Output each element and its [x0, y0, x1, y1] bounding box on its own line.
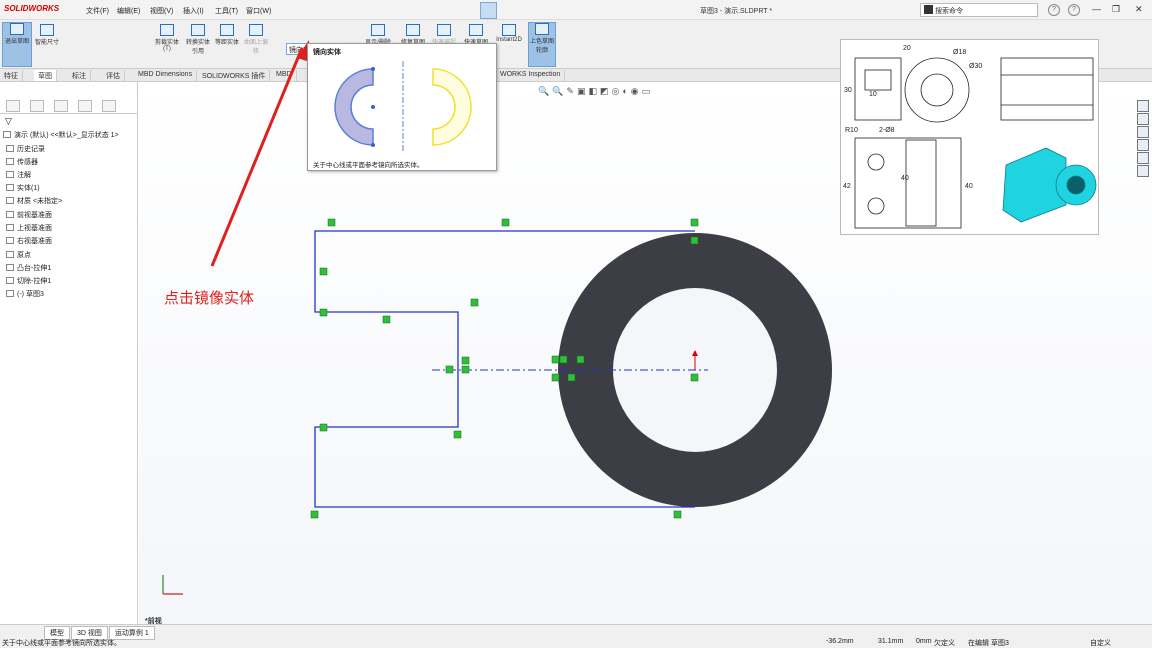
reference-drawing-svg: 20 Ø18 Ø30 30 10 R10 2-Ø8 40 42 40 [843, 45, 1097, 229]
svg-text:20: 20 [903, 45, 911, 52]
svg-text:30: 30 [844, 87, 852, 94]
task-pane-strip [1137, 100, 1151, 204]
svg-text:42: 42 [843, 183, 851, 190]
status-hint: 关于中心线或平面参考镜向所选实体。 [2, 640, 121, 647]
status-bar: 模型 3D 视图 运动算例 1 关于中心线或平面参考镜向所选实体。 -36.2mm … [0, 624, 1152, 648]
svg-text:40: 40 [901, 175, 909, 182]
coord-z: 0mm [916, 638, 932, 645]
svg-text:R10: R10 [845, 127, 858, 134]
editing-status: 在编辑 草图3 [968, 640, 1009, 647]
units-custom[interactable]: 自定义 [1090, 638, 1111, 648]
mirror-preview-icon [334, 61, 472, 153]
svg-text:Ø30: Ø30 [969, 63, 982, 70]
svg-text:2-Ø8: 2-Ø8 [879, 127, 895, 134]
annotation-arrow [210, 47, 304, 267]
svg-text:Ø18: Ø18 [953, 49, 966, 56]
coord-y: 31.1mm [878, 638, 904, 645]
view-palette-icon[interactable] [1137, 139, 1149, 151]
definition-status: 欠定义 [934, 640, 955, 647]
design-library-icon[interactable] [1137, 113, 1149, 125]
tooltip-description: 关于中心线或平面参考镜向所选实体。 [313, 162, 424, 169]
appearances-icon[interactable] [1137, 152, 1149, 164]
svg-text:10: 10 [869, 91, 877, 98]
coord-x: -36.2mm [826, 638, 854, 645]
reference-drawing: 20 Ø18 Ø30 30 10 R10 2-Ø8 40 42 40 [840, 39, 1099, 235]
resources-icon[interactable] [1137, 100, 1149, 112]
annotation-text: 点击镜像实体 [164, 290, 255, 307]
svg-text:40: 40 [965, 183, 973, 190]
mirror-tooltip: 镜向实体 关于中心线或平面参考镜向所选实体。 [307, 43, 497, 171]
file-explorer-icon[interactable] [1137, 126, 1149, 138]
tooltip-title: 镜向实体 [313, 49, 341, 56]
custom-properties-icon[interactable] [1137, 165, 1149, 177]
